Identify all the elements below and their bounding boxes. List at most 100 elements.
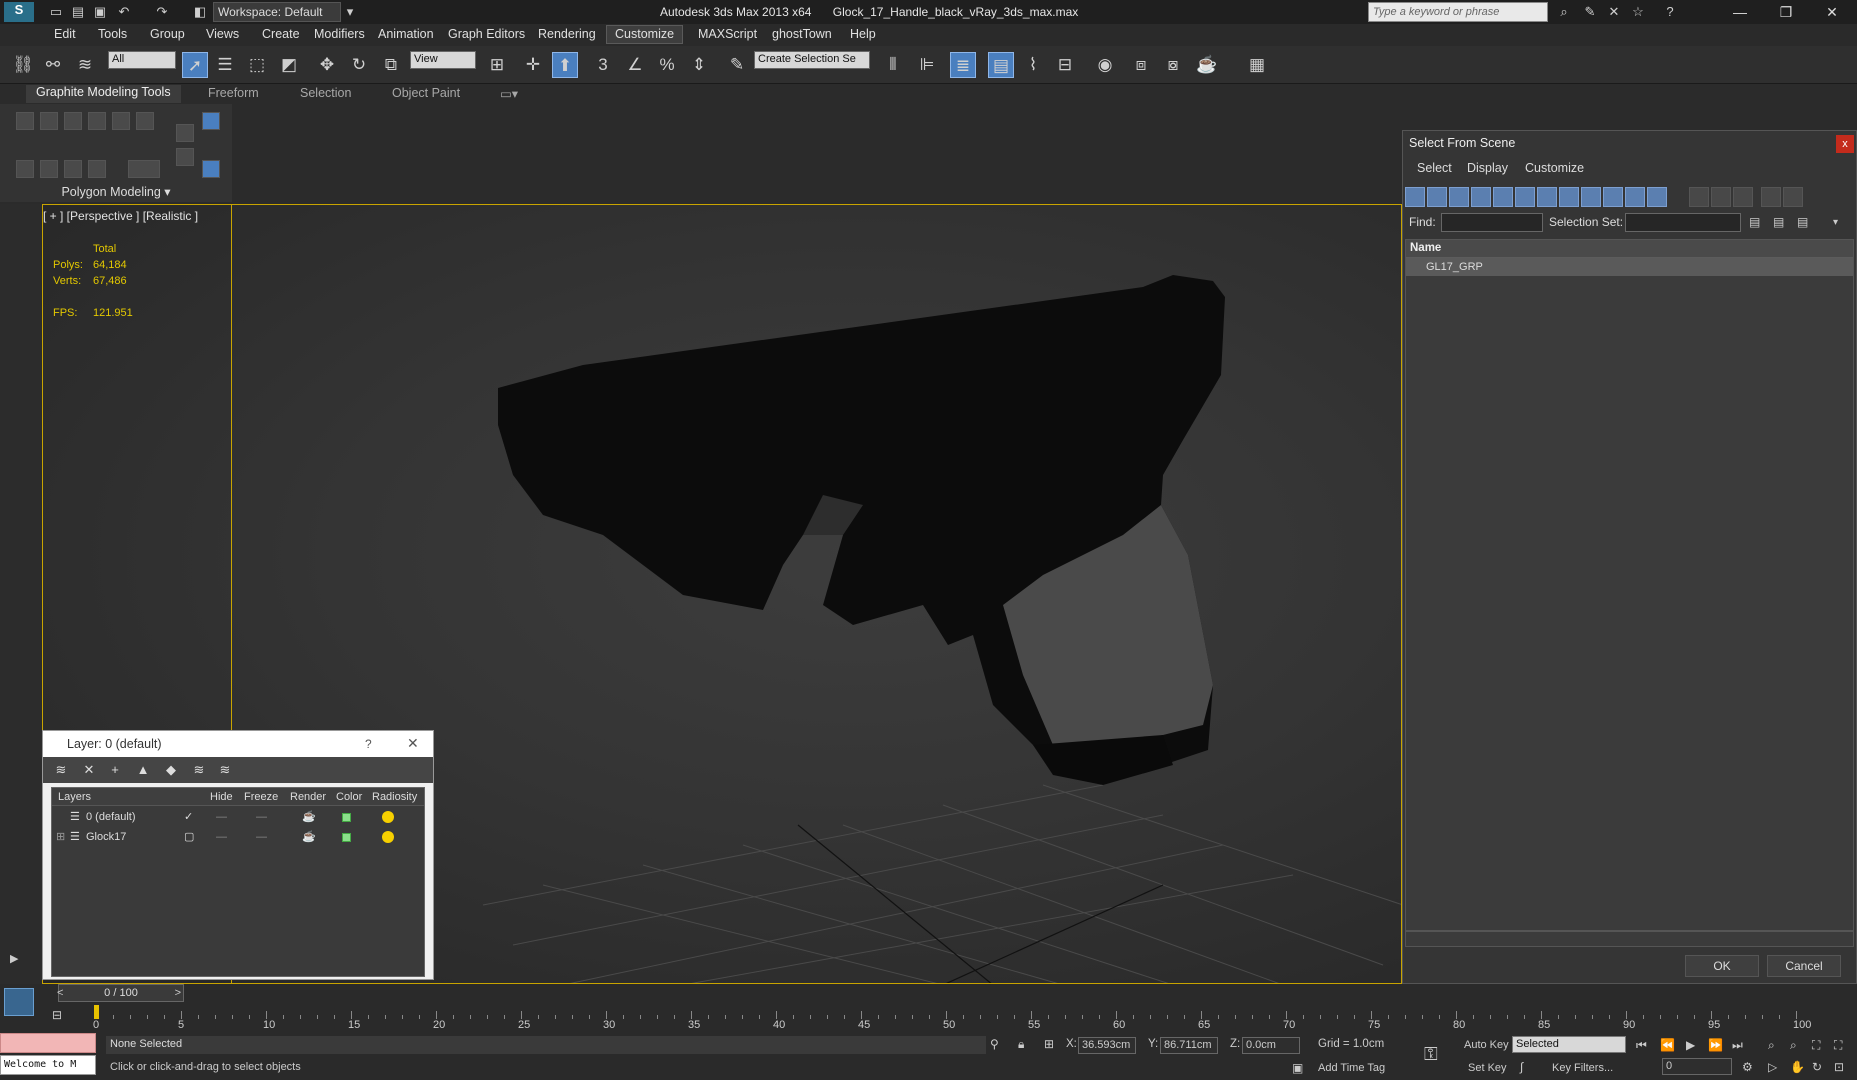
current-frame-field[interactable]: 0 [1662, 1058, 1732, 1075]
preserve-uvs-icon[interactable] [176, 124, 194, 142]
tools-icon[interactable] [176, 148, 194, 166]
select-and-move-icon[interactable]: ✥ [314, 52, 340, 78]
curve-editor-icon[interactable]: ⌇ [1020, 52, 1046, 78]
layer-row[interactable]: ☰ 0 (default) ✓ — — ☕ [52, 808, 424, 826]
menu-customize[interactable]: Customize [1525, 161, 1584, 175]
save-icon[interactable]: ▣ [92, 4, 108, 20]
checker-icon[interactable]: ▦ [1244, 52, 1270, 78]
display-hidden-icon[interactable] [1647, 187, 1667, 207]
track-bar[interactable]: 0 5 10 15 20 25 30 35 40 45 50 55 60 65 70 75 80 85 90 95 10… [93, 1005, 1856, 1037]
percent-snap-icon[interactable]: % [654, 52, 680, 78]
menu-edit[interactable]: Edit [54, 27, 76, 41]
rendered-frame-window-icon[interactable]: ⧇ [1160, 52, 1186, 78]
current-layer-check-icon[interactable]: ✓ [184, 808, 193, 826]
close-icon[interactable]: x [1836, 135, 1854, 153]
current-frame-marker[interactable] [94, 1005, 99, 1019]
column-freeze[interactable]: Freeze [244, 788, 278, 806]
hide-toggle[interactable]: — [216, 808, 227, 826]
selection-lock-icon[interactable]: 🔒︎ [1018, 1037, 1024, 1052]
isolate-selection-icon[interactable]: ⚲ [990, 1037, 999, 1051]
selection-set-dropdown[interactable] [1625, 213, 1741, 232]
pan-icon[interactable]: ✋ [1790, 1060, 1805, 1074]
open-file-icon[interactable]: ▤ [70, 4, 86, 20]
snaps-toggle-icon[interactable]: 3 [590, 52, 616, 78]
sort-icon[interactable] [1783, 187, 1803, 207]
element-mode-icon[interactable] [112, 112, 130, 130]
filter-icon[interactable] [1761, 187, 1781, 207]
bind-space-warp-icon[interactable]: ≋ [72, 52, 98, 78]
render-teapot-icon[interactable]: ☕ [1194, 52, 1220, 78]
chevron-down-icon[interactable]: ▾ [342, 4, 358, 20]
menu-graph-editors[interactable]: Graph Editors [448, 27, 525, 41]
next-modifier-icon[interactable] [64, 160, 82, 178]
display-all-icon[interactable] [1689, 187, 1709, 207]
align-icon[interactable]: ⊫ [914, 52, 940, 78]
menu-select[interactable]: Select [1417, 161, 1452, 175]
time-tag-icon[interactable]: ▣ [1292, 1061, 1303, 1075]
auto-key-button[interactable]: Auto Key [1464, 1039, 1509, 1051]
chevron-down-icon[interactable]: ▾ [1833, 217, 1838, 228]
help-search-input[interactable]: Type a keyword or phrase [1368, 2, 1548, 22]
add-time-tag[interactable]: Add Time Tag [1318, 1062, 1385, 1074]
schematic-view-icon[interactable]: ⊟ [1052, 52, 1078, 78]
scene-object-list[interactable]: Name GL17_GRP [1405, 239, 1854, 931]
menu-maxscript[interactable]: MAXScript [698, 27, 757, 41]
keyboard-shortcut-override-icon[interactable]: ⬆ [552, 52, 578, 78]
display-bones-icon[interactable] [1581, 187, 1601, 207]
layer-color-swatch[interactable] [342, 813, 351, 822]
pivot-center-icon[interactable]: ⊞ [484, 52, 510, 78]
maxscript-listener-output[interactable]: Welcome to M [0, 1055, 96, 1075]
layer-manager-icon[interactable]: ≣ [950, 52, 976, 78]
minimize-button[interactable]: — [1720, 2, 1760, 22]
tab-selection[interactable]: Selection [300, 86, 351, 100]
project-folder-icon[interactable]: ◧ [192, 4, 208, 20]
select-object-icon[interactable]: ➚ [182, 52, 208, 78]
display-groups-icon[interactable] [1537, 187, 1557, 207]
menu-customize[interactable]: Customize [606, 25, 684, 44]
menu-tools[interactable]: Tools [98, 27, 127, 41]
border-mode-icon[interactable] [64, 112, 82, 130]
name-column-header[interactable]: Name [1406, 240, 1853, 258]
key-set-dropdown[interactable]: Selected [1512, 1036, 1626, 1053]
select-and-scale-icon[interactable]: ⧉ [378, 52, 404, 78]
remove-selection-set-icon[interactable]: ▤ [1773, 215, 1784, 229]
display-geometry-icon[interactable] [1405, 187, 1425, 207]
previous-frame-icon[interactable]: ⏪ [1660, 1038, 1675, 1052]
menu-display[interactable]: Display [1467, 161, 1508, 175]
create-layer-icon[interactable]: ≋ [53, 762, 69, 778]
edit-named-selection-icon[interactable]: ✎ [724, 52, 750, 78]
add-selection-set-icon[interactable]: ▤ [1749, 215, 1760, 229]
expand-icon[interactable]: ⊞ [56, 828, 65, 846]
add-to-layer-icon[interactable]: + [107, 762, 123, 778]
unlink-icon[interactable]: ⚯ [40, 52, 66, 78]
communication-center-icon[interactable]: ✎ [1582, 4, 1598, 20]
field-of-view-icon[interactable]: ▷ [1768, 1060, 1777, 1074]
display-frozen-icon[interactable] [1625, 187, 1645, 207]
column-color[interactable]: Color [336, 788, 362, 806]
next-frame-icon[interactable]: > [175, 985, 181, 1001]
x-coordinate-field[interactable]: 36.593cm [1078, 1037, 1136, 1054]
manipulate-icon[interactable]: ✛ [520, 52, 546, 78]
select-and-rotate-icon[interactable]: ↻ [346, 52, 372, 78]
next-frame-icon[interactable]: ⏩ [1708, 1038, 1723, 1052]
render-teapot-icon[interactable]: ☕ [302, 808, 316, 826]
time-slider[interactable]: < 0 / 100 > [57, 984, 184, 1002]
favorites-star-icon[interactable]: ☆ [1630, 4, 1646, 20]
select-layer-objects-icon[interactable]: ▲ [135, 762, 151, 778]
set-key-button[interactable]: Set Key [1468, 1062, 1507, 1074]
prev-frame-icon[interactable]: < [57, 985, 63, 1001]
column-radiosity[interactable]: Radiosity [372, 788, 417, 806]
display-none-icon[interactable] [1711, 187, 1731, 207]
menu-views[interactable]: Views [206, 27, 239, 41]
menu-modifiers[interactable]: Modifiers [314, 27, 365, 41]
collapse-stack-icon[interactable] [16, 160, 34, 178]
close-icon[interactable]: ✕ [407, 735, 419, 752]
zoom-icon[interactable]: ⌕ [1768, 1038, 1775, 1053]
constraints-icon[interactable] [202, 160, 220, 178]
maxscript-listener-input[interactable] [0, 1033, 96, 1053]
material-editor-icon[interactable]: ◉ [1092, 52, 1118, 78]
previous-modifier-icon[interactable] [88, 160, 106, 178]
delete-layer-icon[interactable]: ✕ [81, 762, 97, 778]
menu-create[interactable]: Create [262, 27, 300, 41]
zoom-extents-all-icon[interactable]: ⛶ [1834, 1038, 1842, 1053]
